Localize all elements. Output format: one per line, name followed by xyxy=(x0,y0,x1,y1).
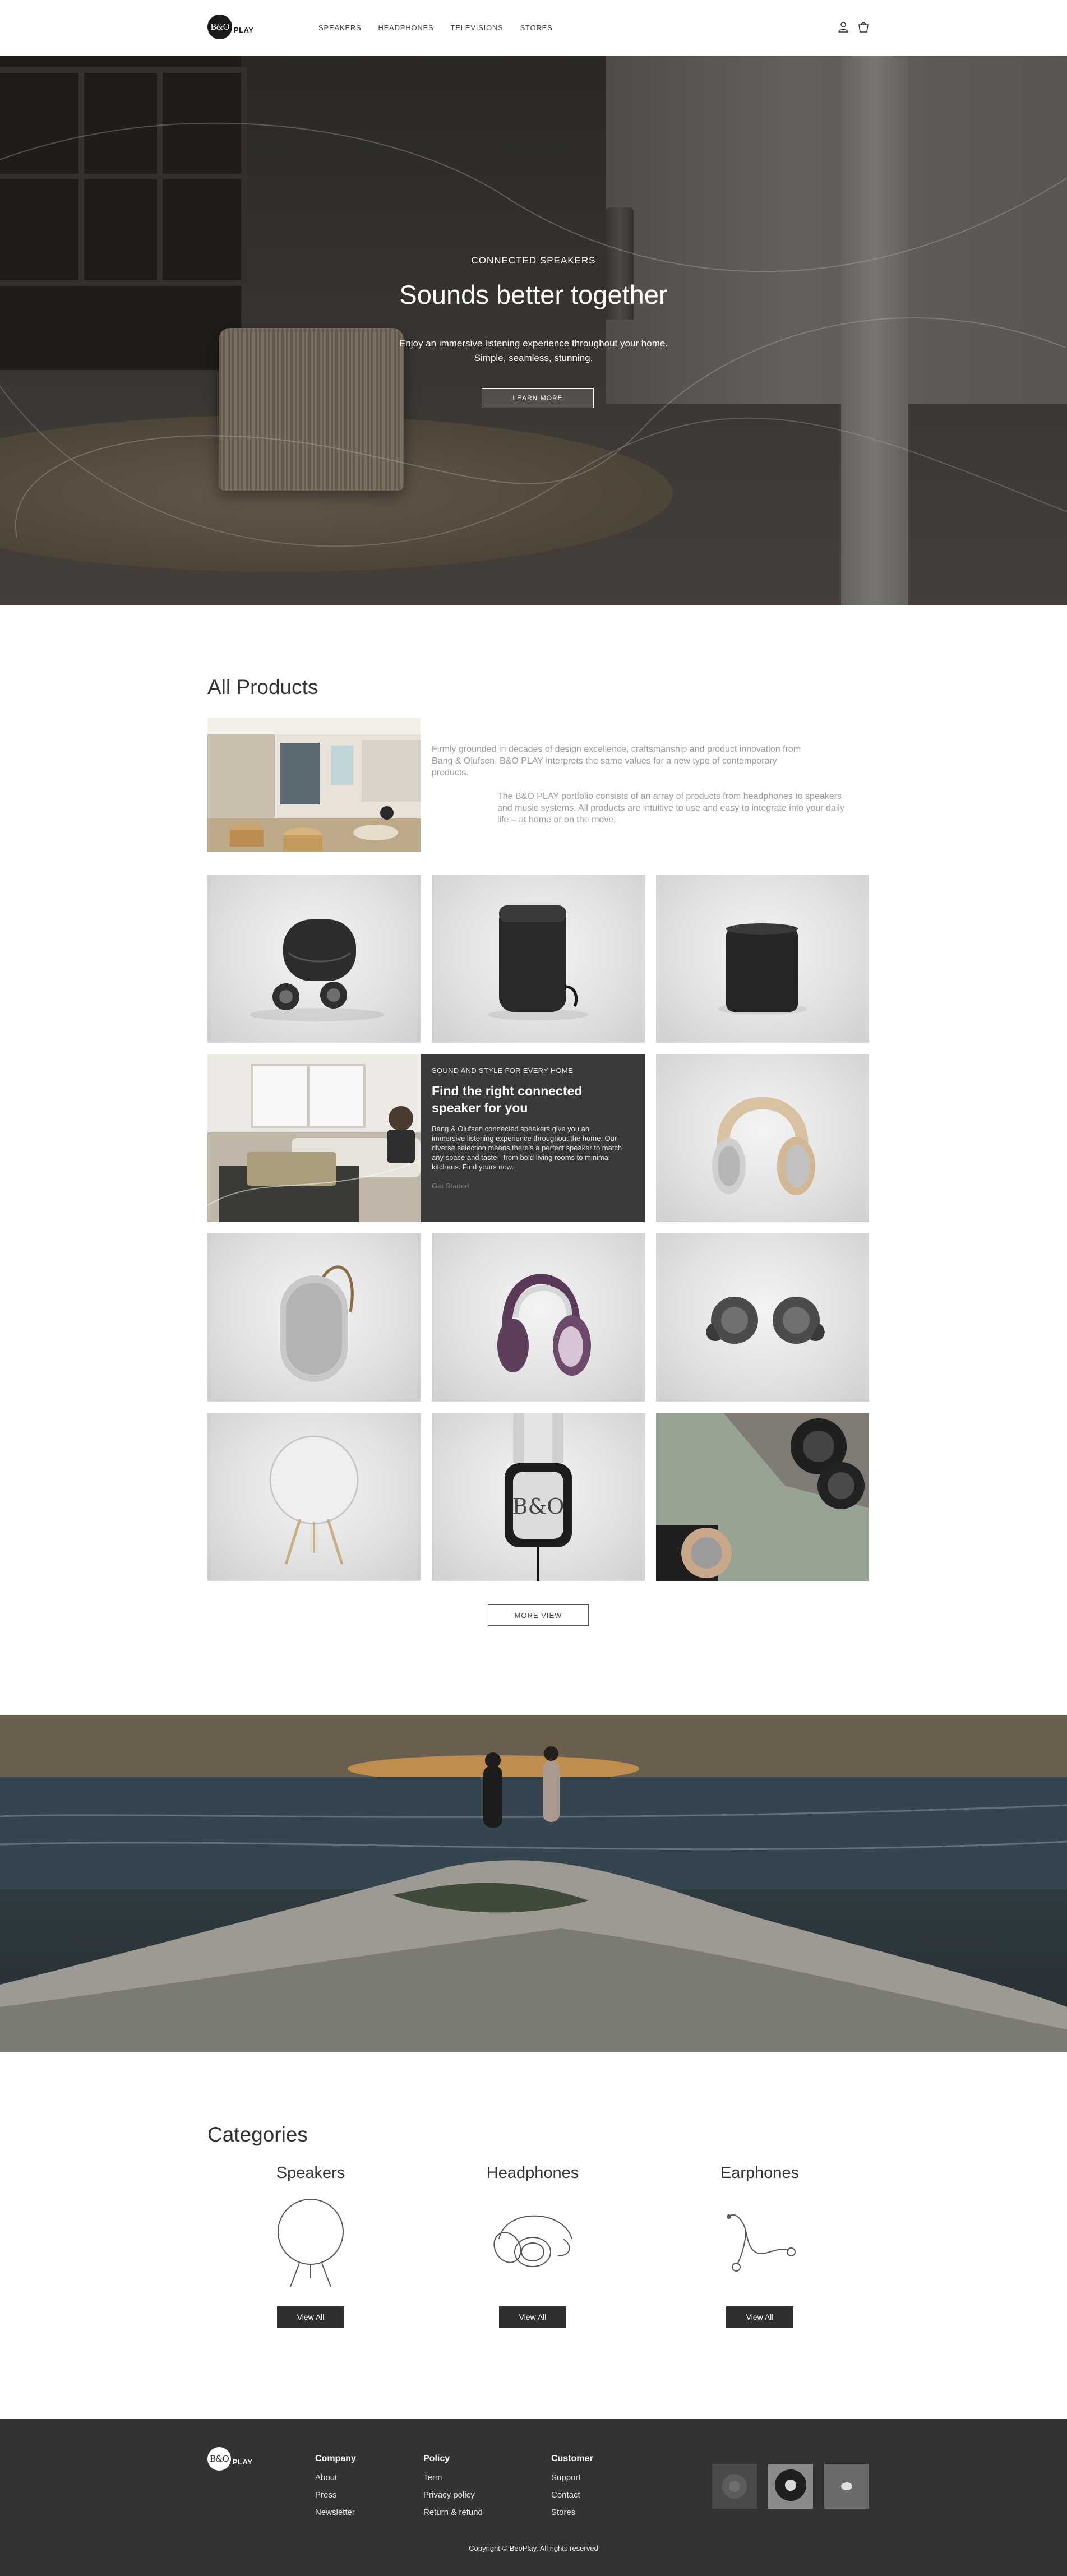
footer-link-support[interactable]: Support xyxy=(551,2473,593,2482)
footer-logo[interactable]: B&O PLAY xyxy=(207,2447,252,2471)
footer-column-company: Company About Press Newsletter xyxy=(315,2454,356,2525)
product-tile-living-room[interactable] xyxy=(207,1054,421,1222)
category-headphones-name: Headphones xyxy=(486,2164,579,2182)
main-nav: SPEAKERS HEADPHONES TELEVISIONS STORES xyxy=(318,24,553,32)
product-tile-portable-speaker-dark[interactable] xyxy=(432,875,645,1043)
feature-body: Bang & Olufsen connected speakers give y… xyxy=(432,1125,622,1171)
category-speakers: Speakers View All xyxy=(243,2164,378,2328)
copyright-text: Copyright © BeoPlay. All rights reserved xyxy=(469,2544,598,2552)
footer-link-contact[interactable]: Contact xyxy=(551,2490,593,2500)
footer-column-policy: Policy Term Privacy policy Return & refu… xyxy=(423,2454,483,2525)
feature-eyebrow: SOUND AND STYLE FOR EVERY HOME xyxy=(432,1066,573,1075)
product-tile-headphones-purple[interactable] xyxy=(432,1233,645,1402)
earphones-icon xyxy=(727,2214,796,2272)
footer-logo-mark: B&O xyxy=(207,2447,231,2471)
product-tile-headphones-beige[interactable] xyxy=(656,1054,869,1222)
footer-link-press[interactable]: Press xyxy=(315,2490,356,2500)
product-tile-round-speaker-stand[interactable] xyxy=(207,1413,421,1581)
logo-text: PLAY xyxy=(234,25,254,34)
category-earphones-name: Earphones xyxy=(720,2164,800,2182)
feature-title: Find the right connected speaker for you xyxy=(432,1084,583,1115)
product-tile-earphones-grey[interactable] xyxy=(656,1233,869,1402)
more-view-button[interactable]: MORE VIEW xyxy=(488,1604,589,1626)
all-products-intro-2: The B&O PLAY portfolio consists of an ar… xyxy=(497,792,844,825)
category-speakers-name: Speakers xyxy=(276,2164,345,2182)
footer-link-stores[interactable]: Stores xyxy=(551,2508,593,2517)
hero-subtitle-line2: Simple, seamless, stunning. xyxy=(474,353,593,363)
speaker-icon xyxy=(278,2199,344,2287)
category-earphones: Earphones View All xyxy=(692,2164,827,2328)
hero-banner: CONNECTED SPEAKERS Sounds better togethe… xyxy=(0,56,1067,605)
footer-logo-text: PLAY xyxy=(233,2457,253,2466)
hero-subtitle: Enjoy an immersive listening experience … xyxy=(0,336,1067,366)
get-started-link[interactable]: Get Started xyxy=(432,1182,634,1190)
beach-lifestyle-banner xyxy=(0,1715,1067,2052)
footer-instagram-thumb-3[interactable] xyxy=(824,2464,869,2509)
brand-logo[interactable]: B&O PLAY xyxy=(207,15,253,39)
product-tile-earphones-case[interactable] xyxy=(207,875,421,1043)
hero-eyebrow: CONNECTED SPEAKERS xyxy=(471,255,596,266)
headphones-icon xyxy=(493,2215,572,2267)
speakers-view-all-button[interactable]: View All xyxy=(277,2306,344,2328)
categories-title: Categories xyxy=(207,2123,308,2146)
hero-subtitle-line1: Enjoy an immersive listening experience … xyxy=(399,338,668,349)
product-tile-portable-speaker-strap[interactable] xyxy=(207,1233,421,1402)
category-headphones: Headphones View All xyxy=(465,2164,600,2328)
footer-policy-title: Policy xyxy=(423,2454,450,2463)
nav-speakers[interactable]: SPEAKERS xyxy=(318,24,361,32)
footer-link-newsletter[interactable]: Newsletter xyxy=(315,2508,356,2517)
all-products-intro-1: Firmly grounded in decades of design exc… xyxy=(432,744,801,778)
nav-stores[interactable]: STORES xyxy=(520,24,553,32)
footer-instagram-thumb-1[interactable] xyxy=(712,2464,757,2509)
product-tile-cylinder-speaker[interactable] xyxy=(656,875,869,1043)
footer-link-privacy[interactable]: Privacy policy xyxy=(423,2490,483,2500)
svg-text:B&O: B&O xyxy=(512,1494,565,1519)
footer-link-term[interactable]: Term xyxy=(423,2473,483,2482)
feature-connected-speakers: SOUND AND STYLE FOR EVERY HOME Find the … xyxy=(421,1054,645,1222)
product-tile-headphones-lifestyle[interactable] xyxy=(656,1413,869,1581)
nav-headphones[interactable]: HEADPHONES xyxy=(378,24,433,32)
logo-mark: B&O xyxy=(207,15,232,39)
store-interior-image xyxy=(207,718,421,852)
user-icon[interactable] xyxy=(837,20,850,34)
hero-overlay xyxy=(0,56,1067,605)
product-tile-headphones-hanging[interactable]: B&O xyxy=(432,1413,645,1581)
nav-televisions[interactable]: TELEVISIONS xyxy=(451,24,504,32)
site-footer: B&O PLAY Company About Press Newsletter … xyxy=(0,2419,1067,2576)
site-header: B&O PLAY SPEAKERS HEADPHONES TELEVISIONS… xyxy=(0,0,1067,56)
footer-link-return[interactable]: Return & refund xyxy=(423,2508,483,2517)
footer-instagram-thumb-2[interactable] xyxy=(768,2464,813,2509)
earphones-view-all-button[interactable]: View All xyxy=(726,2306,793,2328)
shopping-bag-icon[interactable] xyxy=(857,20,870,34)
footer-link-about[interactable]: About xyxy=(315,2473,356,2482)
headphones-view-all-button[interactable]: View All xyxy=(499,2306,566,2328)
learn-more-button[interactable]: LEARN MORE xyxy=(482,388,594,408)
footer-column-customer: Customer Support Contact Stores xyxy=(551,2454,593,2525)
footer-company-title: Company xyxy=(315,2454,356,2463)
all-products-title: All Products xyxy=(207,676,318,699)
footer-customer-title: Customer xyxy=(551,2454,593,2463)
hero-title: Sounds better together xyxy=(399,280,668,309)
